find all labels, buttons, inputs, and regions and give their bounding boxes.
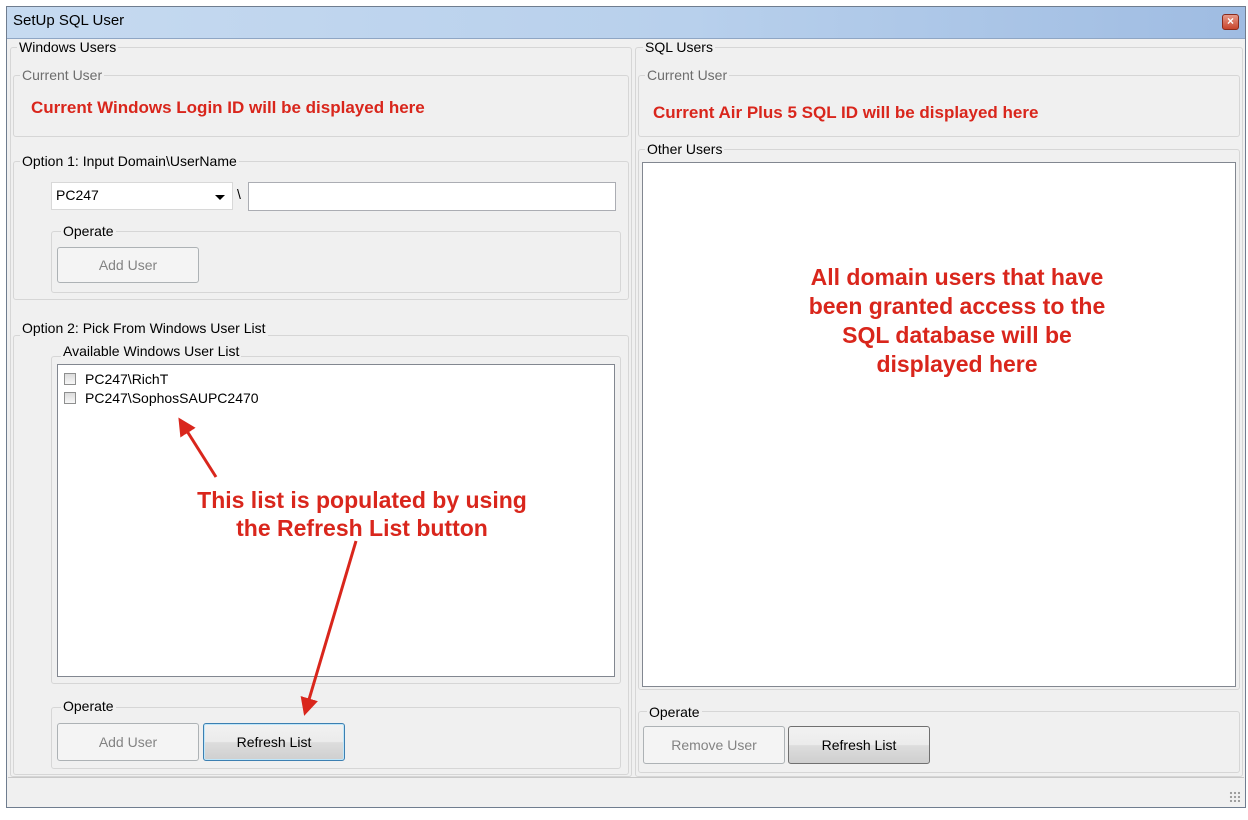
user-checkbox[interactable] [64, 392, 76, 404]
sql-annotation-line2: been granted access to the [808, 293, 1106, 319]
sql-annotation-line3: SQL database will be [842, 322, 1072, 348]
option1-label: Option 1: Input Domain\UserName [20, 153, 239, 169]
domain-dropdown[interactable]: PC247 [51, 182, 233, 210]
user-checkbox[interactable] [64, 373, 76, 385]
window-title: SetUp SQL User [13, 12, 125, 29]
list-annotation-line1: This list is populated by using [197, 487, 527, 513]
windows-current-user-note: Current Windows Login ID will be display… [31, 98, 425, 117]
sql-operate-label: Operate [647, 704, 702, 720]
option2-add-user-button[interactable]: Add User [57, 723, 199, 761]
setup-sql-user-window: SetUp SQL User × Windows Users Current U… [6, 6, 1246, 808]
list-item-label: PC247\RichT [85, 371, 169, 387]
domain-separator: \ [237, 186, 241, 202]
close-button[interactable]: × [1222, 14, 1239, 30]
sql-list-annotation: All domain users that have been granted … [747, 263, 1167, 379]
sql-refresh-list-button[interactable]: Refresh List [788, 726, 930, 764]
list-annotation: This list is populated by using the Refr… [157, 486, 567, 542]
chevron-down-icon [215, 195, 225, 200]
other-users-list[interactable] [642, 162, 1236, 687]
available-users-label: Available Windows User List [61, 343, 242, 359]
remove-user-button[interactable]: Remove User [643, 726, 785, 764]
windows-refresh-list-label: Refresh List [236, 734, 312, 750]
sql-users-label: SQL Users [643, 39, 715, 55]
windows-refresh-list-button[interactable]: Refresh List [203, 723, 345, 761]
other-users-label: Other Users [645, 141, 725, 157]
username-input[interactable] [248, 182, 616, 211]
resize-grip-icon[interactable] [1229, 791, 1240, 802]
option1-add-user-button[interactable]: Add User [57, 247, 199, 283]
sql-current-user-note: Current Air Plus 5 SQL ID will be displa… [653, 103, 1039, 122]
domain-value: PC247 [56, 187, 99, 203]
list-annotation-line2: the Refresh List button [236, 515, 488, 541]
title-bar[interactable]: SetUp SQL User × [7, 7, 1245, 39]
sql-annotation-line4: displayed here [876, 351, 1038, 377]
windows-current-user-label: Current User [20, 67, 105, 83]
close-icon: × [1226, 14, 1234, 28]
option2-add-user-label: Add User [98, 734, 158, 750]
list-item-label: PC247\SophosSAUPC2470 [85, 390, 259, 406]
option2-label: Option 2: Pick From Windows User List [20, 320, 268, 336]
option1-add-user-label: Add User [98, 257, 158, 273]
option2-operate-label: Operate [61, 698, 116, 714]
status-bar [8, 777, 1244, 806]
sql-annotation-line1: All domain users that have [810, 264, 1104, 290]
windows-users-label: Windows Users [17, 39, 119, 55]
sql-current-user-label: Current User [645, 67, 730, 83]
sql-refresh-list-label: Refresh List [821, 737, 897, 753]
option1-operate-label: Operate [61, 223, 116, 239]
remove-user-label: Remove User [671, 737, 757, 753]
